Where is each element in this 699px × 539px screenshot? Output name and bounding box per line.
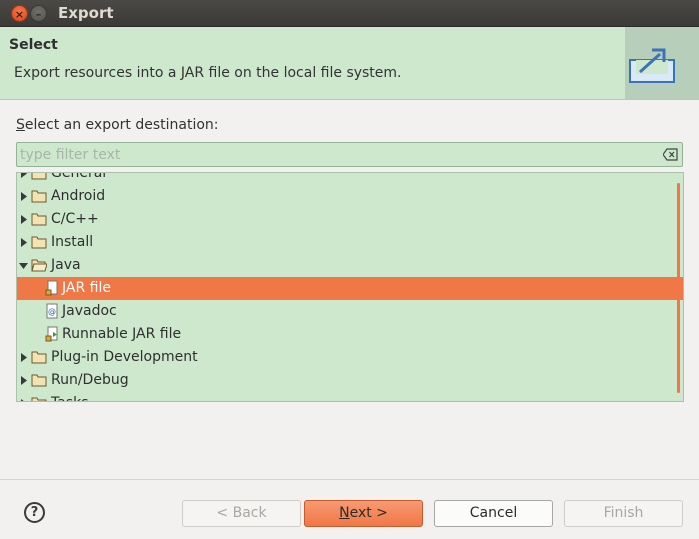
- expand-arrow-icon[interactable]: [20, 215, 28, 224]
- tree-item-runnable-jar-file[interactable]: Runnable JAR file: [17, 323, 683, 346]
- expand-arrow-icon[interactable]: [20, 172, 28, 178]
- back-button[interactable]: < Back: [182, 500, 301, 527]
- tree-item-jar-file[interactable]: JAR file: [17, 277, 683, 300]
- minimize-window-button[interactable]: –: [30, 5, 47, 22]
- folder-icon: [31, 190, 47, 203]
- destination-label: Select an export destination:: [16, 117, 219, 133]
- page-title: Select: [9, 37, 58, 53]
- jar-file-icon: [45, 280, 58, 296]
- collapse-arrow-icon[interactable]: [19, 262, 28, 270]
- folder-icon: [31, 173, 47, 180]
- tree-item-tasks[interactable]: Tasks: [17, 392, 683, 402]
- expand-arrow-icon[interactable]: [20, 238, 28, 247]
- destination-tree[interactable]: General Android C/C++ Install Java JAR f…: [16, 172, 684, 402]
- next-button[interactable]: Next >: [304, 500, 423, 527]
- runnable-jar-icon: [45, 326, 58, 342]
- open-folder-icon: [31, 259, 47, 272]
- finish-button[interactable]: Finish: [564, 500, 683, 527]
- folder-icon: [31, 397, 47, 401]
- filter-input[interactable]: [20, 145, 650, 164]
- tree-item-android[interactable]: Android: [17, 185, 683, 208]
- expand-arrow-icon[interactable]: [20, 353, 28, 362]
- folder-icon: [31, 213, 47, 226]
- folder-icon: [31, 236, 47, 249]
- page-description: Export resources into a JAR file on the …: [14, 65, 402, 81]
- window-title: Export: [58, 4, 114, 22]
- tree-item-run-debug[interactable]: Run/Debug: [17, 369, 683, 392]
- tree-item-install[interactable]: Install: [17, 231, 683, 254]
- tree-item-java[interactable]: Java: [17, 254, 683, 277]
- filter-box: [16, 142, 683, 167]
- tree-item-plugin-development[interactable]: Plug-in Development: [17, 346, 683, 369]
- close-window-button[interactable]: ×: [11, 5, 28, 22]
- javadoc-icon: @: [46, 303, 58, 319]
- svg-text:@: @: [48, 307, 56, 316]
- tree-scrollbar[interactable]: [677, 183, 680, 393]
- folder-icon: [31, 374, 47, 387]
- wizard-header: Select Export resources into a JAR file …: [0, 27, 699, 100]
- clear-filter-icon[interactable]: [663, 148, 678, 161]
- export-wizard-icon: [629, 48, 675, 83]
- tree-item-general[interactable]: General: [17, 172, 683, 185]
- help-button[interactable]: ?: [24, 502, 45, 523]
- footer-divider: [0, 479, 699, 480]
- title-bar: × – Export: [0, 0, 699, 27]
- tree-item-c-cpp[interactable]: C/C++: [17, 208, 683, 231]
- expand-arrow-icon[interactable]: [20, 192, 28, 201]
- expand-arrow-icon[interactable]: [20, 376, 28, 385]
- cancel-button[interactable]: Cancel: [434, 500, 553, 527]
- tree-item-javadoc[interactable]: @ Javadoc: [17, 300, 683, 323]
- folder-icon: [31, 351, 47, 364]
- expand-arrow-icon[interactable]: [20, 399, 28, 402]
